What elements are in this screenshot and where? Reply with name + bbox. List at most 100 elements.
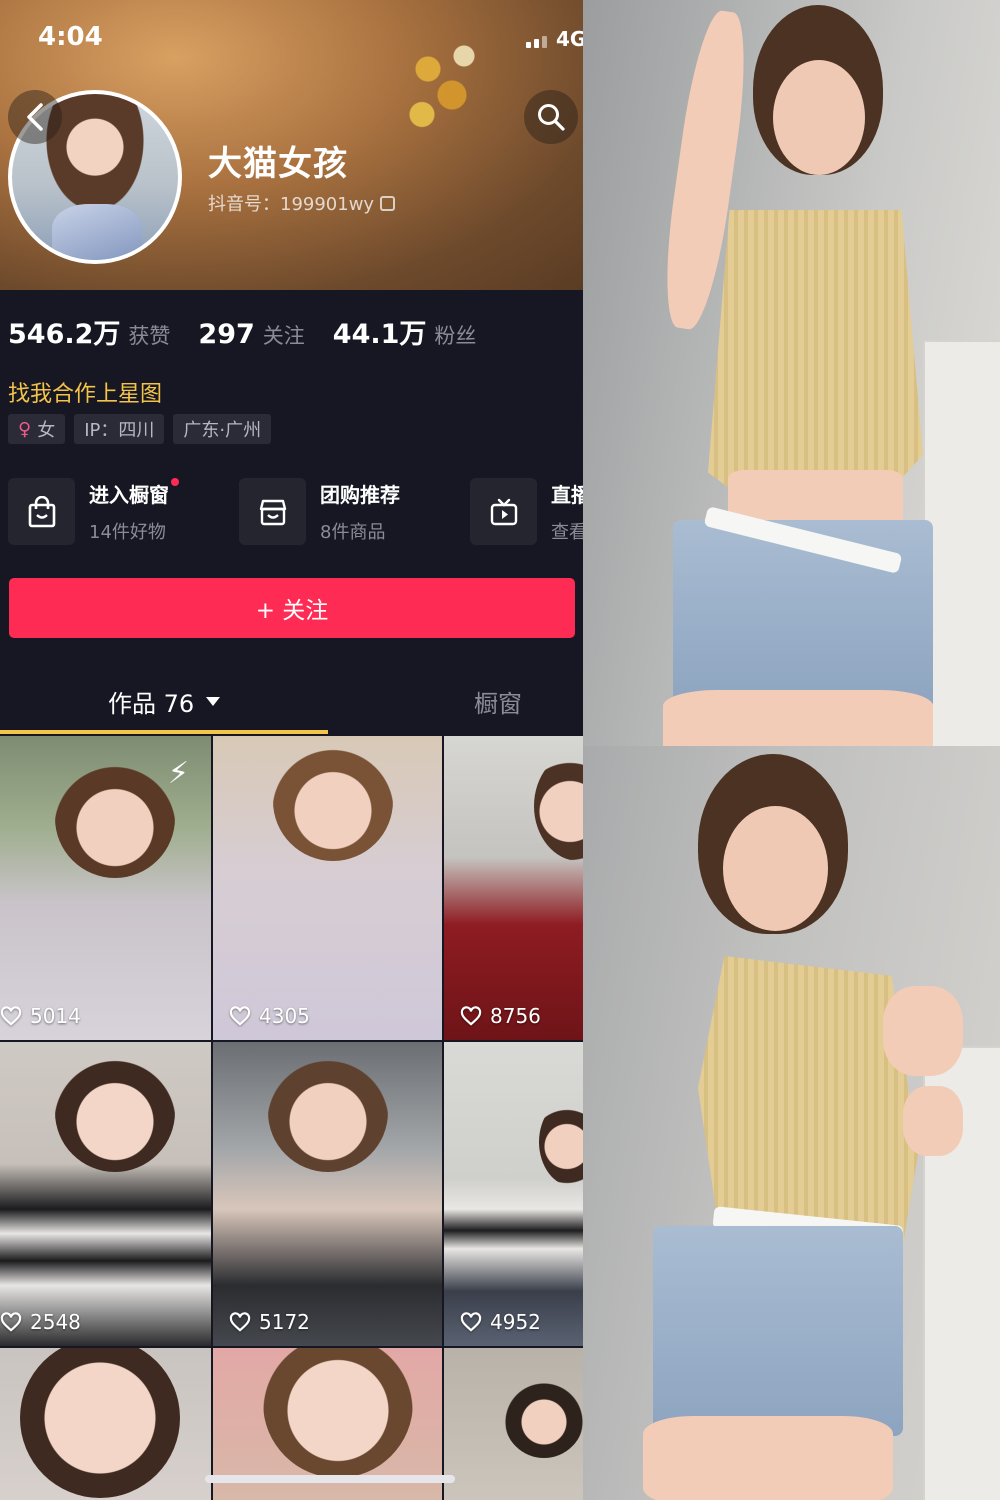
service-live[interactable]: 直播 查看 [470,478,583,545]
thumbnail-subject [263,1348,413,1478]
lightning-icon: ⚡ [167,756,189,791]
figure-hand [883,986,963,1076]
service-title: 团购推荐 [320,483,400,507]
video-thumbnail[interactable]: 4305 [213,736,442,1040]
back-button[interactable] [8,90,62,144]
video-likes: 4952 [460,1310,541,1334]
female-icon: ♀ [18,418,32,440]
likes-count: 4305 [259,1004,310,1028]
video-thumbnail[interactable] [444,1348,583,1500]
video-thumbnail[interactable]: 5172 [213,1042,442,1346]
tag-text: IP：四川 [84,420,155,441]
heart-icon [460,1312,482,1332]
service-row: 进入橱窗 14件好物 团购推荐 8件商品 直播 查看 [8,478,583,545]
video-thumbnail[interactable] [0,1348,211,1500]
home-indicator[interactable] [205,1475,455,1483]
service-title: 直播 [551,483,583,507]
service-title-wrap: 进入橱窗 [89,478,179,508]
douyin-id-text: 抖音号：199901wy [208,194,375,215]
service-subtitle: 14件好物 [89,522,166,543]
service-title: 进入橱窗 [89,483,169,507]
stat-value: 546.2万 [8,319,121,350]
network-type: 4G [556,27,583,51]
stat-followers[interactable]: 44.1万 粉丝 [333,312,477,351]
thumbnail-subject [268,1052,388,1172]
profile-stats: 546.2万 获赞 297 关注 44.1万 粉丝 [8,312,476,351]
video-thumbnail[interactable]: 8756 [444,736,583,1040]
video-thumbnail[interactable]: 2548 [0,1042,211,1346]
service-icon-box [470,478,537,545]
stat-value: 44.1万 [332,319,427,350]
video-likes: 2548 [0,1310,81,1334]
chevron-left-icon [27,103,43,131]
likes-count: 4952 [490,1310,541,1334]
stat-likes[interactable]: 546.2万 获赞 [8,312,170,351]
video-thumbnail[interactable]: ⚡ 5014 [0,736,211,1040]
service-showcase[interactable]: 进入橱窗 14件好物 [8,478,239,545]
heart-icon [229,1312,251,1332]
profile-tags: ♀ 女 IP：四川 广东·广州 [8,414,272,444]
tag-location: 广东·广州 [173,414,272,444]
service-subtitle: 8件商品 [320,522,386,543]
active-tab-indicator [0,730,328,734]
stat-label: 粉丝 [434,324,477,348]
shopping-bag-icon [28,495,55,527]
figure-legs [663,690,933,746]
copy-icon[interactable] [380,195,396,211]
signal-bar [542,36,547,48]
signal-icon [526,42,531,48]
figure-hand [903,1086,963,1156]
video-likes: 8756 [460,1004,541,1028]
notification-dot [171,478,179,486]
stat-value: 297 [198,319,255,350]
tag-gender: ♀ 女 [8,414,66,444]
signal-bar [534,39,539,48]
banner-decoration [380,30,500,160]
profile-screen: 4:04 4G 大猫女孩 抖音号：199901wy 546.2万 获赞 297 … [0,0,583,1500]
service-text: 团购推荐 8件商品 [320,479,400,544]
status-indicators: 4G [526,27,583,51]
service-text: 进入橱窗 14件好物 [89,478,179,544]
stat-label: 获赞 [128,324,171,348]
photo-bottom [583,746,1000,1500]
likes-count: 5014 [30,1004,81,1028]
tag-text: 女 [37,420,56,441]
figure-face [773,60,865,175]
status-time: 4:04 [38,22,103,52]
group-buy-icon [259,499,286,525]
thumbnail-subject [504,1378,583,1458]
tab-showcase[interactable]: 橱窗 [474,684,522,719]
room-door [923,340,1000,746]
tv-icon [490,498,517,525]
heart-icon [0,1312,22,1332]
follow-button[interactable]: + 关注 [9,578,575,638]
figure-shorts [653,1226,903,1436]
thumbnail-subject [55,1052,175,1172]
tab-works-label: 作品 76 [108,690,195,718]
likes-count: 2548 [30,1310,81,1334]
thumbnail-subject [539,1097,583,1187]
service-icon-box [8,478,75,545]
video-thumbnail[interactable]: 4952 [444,1042,583,1346]
heart-icon [0,1006,22,1026]
service-subtitle: 查看 [551,522,583,543]
content-tabs: 作品 76 橱窗 [0,672,583,734]
douyin-id[interactable]: 抖音号：199901wy [208,190,396,216]
caret-down-icon [206,697,221,706]
stat-following[interactable]: 297 关注 [198,319,304,350]
video-likes: 4305 [229,1004,310,1028]
likes-count: 5172 [259,1310,310,1334]
thumbnail-subject [20,1348,180,1498]
service-icon-box [239,478,306,545]
search-button[interactable] [524,90,578,144]
promo-link[interactable]: 找我合作上星图 [8,376,162,408]
thumbnail-subject [273,741,393,861]
tab-works[interactable]: 作品 76 [108,684,221,719]
photo-top [583,0,1000,746]
video-likes: 5014 [0,1004,81,1028]
avatar-figure [52,204,142,260]
service-group-buy[interactable]: 团购推荐 8件商品 [239,478,470,545]
figure-face [723,806,828,931]
video-likes: 5172 [229,1310,310,1334]
thumbnail-subject [55,758,175,878]
